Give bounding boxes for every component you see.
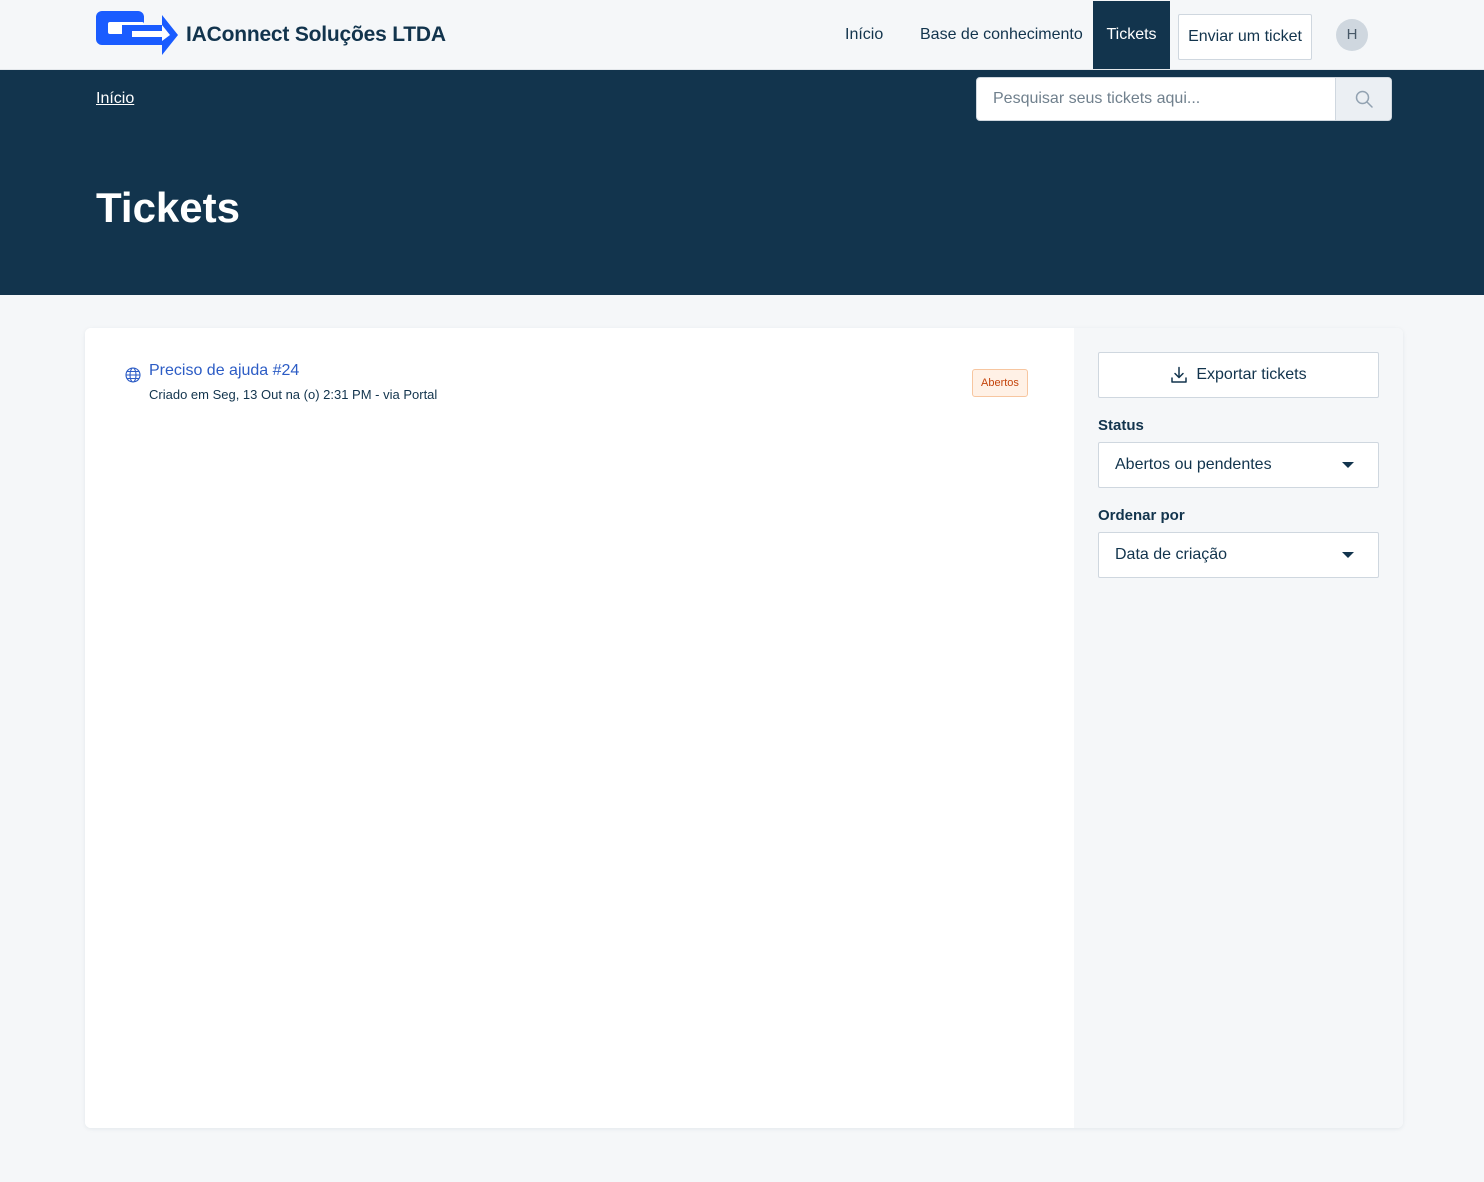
nav-inicio[interactable]: Início (845, 0, 883, 70)
page-title: Tickets (96, 184, 240, 231)
search-input[interactable] (977, 78, 1336, 120)
search-button[interactable] (1335, 78, 1391, 120)
status-badge: Abertos (972, 369, 1028, 397)
order-select-value: Data de criação (1115, 546, 1228, 563)
nav-knowledge-base[interactable]: Base de conhecimento (920, 0, 1083, 70)
nav-tickets[interactable]: Tickets (1093, 1, 1170, 69)
export-tickets-button[interactable]: Exportar tickets (1098, 352, 1379, 398)
download-icon (1171, 366, 1188, 383)
ticket-search (976, 77, 1392, 121)
globe-icon (125, 367, 141, 383)
order-select[interactable]: Data de criação (1098, 532, 1379, 578)
tickets-card: Preciso de ajuda #24 Criado em Seg, 13 O… (85, 328, 1403, 1128)
order-label: Ordenar por (1098, 507, 1185, 524)
user-avatar[interactable]: H (1336, 19, 1368, 51)
chevron-down-icon (1342, 462, 1354, 468)
status-select[interactable]: Abertos ou pendentes (1098, 442, 1379, 488)
brand-name: IAConnect Soluções LTDA (186, 23, 446, 46)
search-icon (1355, 90, 1373, 108)
breadcrumb-inicio[interactable]: Início (96, 90, 134, 108)
send-ticket-button[interactable]: Enviar um ticket (1178, 14, 1312, 60)
ticket-link[interactable]: Preciso de ajuda #24 (149, 362, 299, 380)
ticket-list: Preciso de ajuda #24 Criado em Seg, 13 O… (85, 328, 1074, 1128)
status-label: Status (1098, 417, 1144, 434)
export-label: Exportar tickets (1196, 366, 1307, 383)
top-header: IAConnect Soluções LTDA Início Base de c… (0, 0, 1484, 70)
status-select-value: Abertos ou pendentes (1115, 456, 1272, 473)
list-item: Preciso de ajuda #24 Criado em Seg, 13 O… (125, 362, 1035, 410)
chevron-down-icon (1342, 552, 1354, 558)
brand-link[interactable]: IAConnect Soluções LTDA (96, 11, 446, 59)
iaconnect-logo-icon (96, 11, 178, 55)
ticket-meta: Criado em Seg, 13 Out na (o) 2:31 PM - v… (149, 387, 438, 402)
hero-banner: Início Tickets (0, 70, 1484, 295)
filters-sidebar: Exportar tickets Status Abertos ou pende… (1074, 328, 1403, 1128)
